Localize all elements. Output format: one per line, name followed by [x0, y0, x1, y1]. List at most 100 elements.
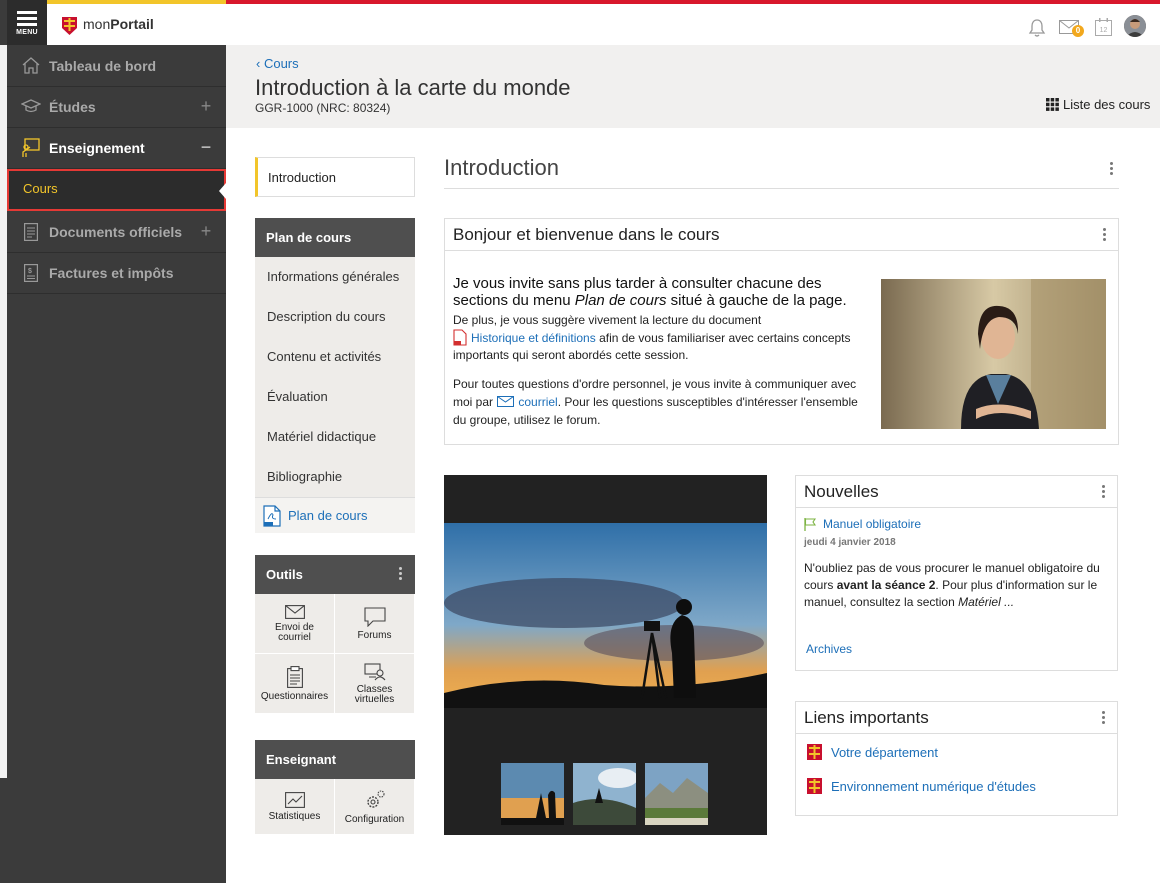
link-label: Votre département	[831, 744, 938, 760]
news-item-link[interactable]: Manuel obligatoire	[823, 517, 921, 531]
tool-label-line1: Statistiques	[268, 810, 321, 822]
teacher-photo	[881, 279, 1106, 429]
plan-item-contenu[interactable]: Contenu et activités	[255, 337, 415, 377]
sidebar-item-label: Tableau de bord	[49, 57, 157, 74]
news-text-em: Matériel ...	[958, 595, 1015, 609]
news-item-title-row[interactable]: Manuel obligatoire	[804, 517, 921, 531]
news-card-header: Nouvelles	[796, 476, 1117, 508]
sidebar-item-etudes[interactable]: Études +	[7, 86, 226, 128]
gallery-top-bar	[444, 475, 767, 523]
teacher-icon	[13, 127, 49, 169]
section-title: Introduction	[444, 155, 559, 180]
virtual-class-icon	[363, 662, 386, 685]
gallery-thumbnail-2[interactable]	[573, 763, 636, 825]
sidebar-item-label: Factures et impôts	[49, 264, 174, 281]
tool-configuration[interactable]: Configuration	[335, 779, 415, 835]
kebab-menu-icon[interactable]	[1103, 228, 1107, 243]
sidebar-item-enseignement[interactable]: Enseignement −	[7, 127, 226, 169]
logo-area[interactable]: monPortail	[47, 0, 226, 45]
expand-icon[interactable]: +	[196, 221, 216, 242]
link-item-departement[interactable]: Votre département	[807, 744, 938, 760]
speech-bubble-icon	[363, 606, 386, 631]
welcome-card: Bonjour et bienvenue dans le cours Je vo…	[444, 218, 1119, 445]
tab-introduction[interactable]: Introduction	[255, 157, 415, 197]
enseignant-grid: Statistiques Configuration	[255, 779, 415, 835]
active-caret-icon	[219, 183, 226, 199]
sidebar-item-factures-et-impots[interactable]: $ Factures et impôts	[7, 252, 226, 294]
archives-link[interactable]: Archives	[806, 642, 852, 656]
sidebar-item-label: Études	[49, 98, 96, 115]
grid-icon	[1046, 98, 1059, 111]
bell-icon[interactable]	[1028, 18, 1046, 38]
graduation-cap-icon	[13, 86, 49, 128]
hamburger-bar	[17, 22, 37, 26]
kebab-menu-icon[interactable]	[1102, 711, 1106, 726]
tool-forums[interactable]: Forums	[335, 594, 415, 654]
tool-label-line1: Questionnaires	[260, 690, 329, 702]
link-item-environnement[interactable]: Environnement numérique d'études	[807, 778, 1036, 794]
pdf-icon	[263, 504, 281, 527]
envelope-icon	[497, 396, 515, 407]
sidebar-subitem-cours[interactable]: Cours	[7, 169, 226, 211]
tool-label-line1: Configuration	[344, 813, 405, 825]
gallery-thumbnail-1[interactable]	[501, 763, 564, 825]
avatar[interactable]	[1124, 15, 1146, 37]
gallery-thumbnail-3[interactable]	[645, 763, 708, 825]
historique-definitions-link[interactable]: Historique et définitions	[471, 331, 596, 345]
welcome-title: Bonjour et bienvenue dans le cours	[453, 225, 720, 244]
link-label: Environnement numérique d'études	[831, 778, 1036, 794]
plan-de-cours-pdf-link[interactable]: Plan de cours	[255, 497, 415, 533]
plan-item-informations[interactable]: Informations générales	[255, 257, 415, 297]
envelope-icon	[284, 604, 305, 623]
expand-icon[interactable]: +	[196, 96, 216, 117]
kebab-menu-icon[interactable]	[399, 567, 403, 582]
calendar-icon[interactable]: 12	[1095, 18, 1112, 36]
welcome-lead-text: Je vous invite sans plus tarder à consul…	[453, 275, 863, 309]
left-edge-strip	[0, 45, 7, 778]
plan-item-description[interactable]: Description du cours	[255, 297, 415, 337]
courriel-link[interactable]: courriel	[518, 395, 557, 409]
kebab-menu-icon[interactable]	[1110, 162, 1114, 177]
sidebar-item-documents-officiels[interactable]: Documents officiels +	[7, 211, 226, 253]
menu-label: MENU	[16, 29, 38, 36]
hamburger-icon	[17, 10, 37, 14]
tool-questionnaires[interactable]: Questionnaires	[255, 654, 335, 714]
menu-button[interactable]: MENU	[7, 0, 47, 45]
tool-label-line1: Envoi de	[275, 621, 314, 633]
p1-text-a: De plus, je vous suggère vivement la lec…	[453, 313, 762, 327]
news-item-date: jeudi 4 janvier 2018	[804, 537, 896, 548]
tool-classes-virtuelles[interactable]: Classes virtuelles	[335, 654, 415, 714]
plan-item-bibliographie[interactable]: Bibliographie	[255, 457, 415, 497]
university-shield-icon	[807, 744, 822, 760]
invoice-icon: $	[13, 252, 49, 294]
lead-text-em: Plan de cours	[574, 292, 667, 309]
page-title: Introduction à la carte du monde	[255, 75, 571, 100]
logo-bold: Portail	[110, 16, 154, 32]
sidebar-item-tableau-de-bord[interactable]: Tableau de bord	[7, 45, 226, 87]
tool-statistiques[interactable]: Statistiques	[255, 779, 335, 835]
university-shield-icon	[62, 17, 77, 35]
tool-label-line2: courriel	[278, 631, 311, 643]
pdf-icon	[453, 329, 467, 346]
news-card: Nouvelles Manuel obligatoire jeudi 4 jan…	[795, 475, 1118, 671]
plan-item-materiel[interactable]: Matériel didactique	[255, 417, 415, 457]
outils-title: Outils	[266, 567, 303, 582]
tool-envoi-courriel[interactable]: Envoi de courriel	[255, 594, 335, 654]
course-code: GGR-1000 (NRC: 80324)	[255, 101, 391, 115]
course-list-button[interactable]: Liste des cours	[1046, 97, 1150, 112]
breadcrumb-back-link[interactable]: ‹ Cours	[256, 56, 299, 71]
sidebar-subitem-label: Cours	[23, 181, 58, 196]
tool-label-line2: virtuelles	[354, 693, 395, 705]
outils-grid: Envoi de courriel Forums Questionnaires …	[255, 594, 415, 714]
outils-heading: Outils	[255, 555, 415, 594]
hamburger-bar	[17, 16, 37, 20]
kebab-menu-icon[interactable]	[1102, 485, 1106, 500]
collapse-icon[interactable]: −	[196, 137, 216, 158]
gallery-main-image[interactable]	[444, 523, 767, 708]
top-bar: 0 12	[226, 0, 1160, 45]
svg-text:12: 12	[1100, 27, 1108, 34]
tool-label-line1: Classes	[356, 683, 393, 695]
svg-text:$: $	[28, 268, 32, 275]
links-card-header: Liens importants	[796, 702, 1117, 734]
plan-item-evaluation[interactable]: Évaluation	[255, 377, 415, 417]
